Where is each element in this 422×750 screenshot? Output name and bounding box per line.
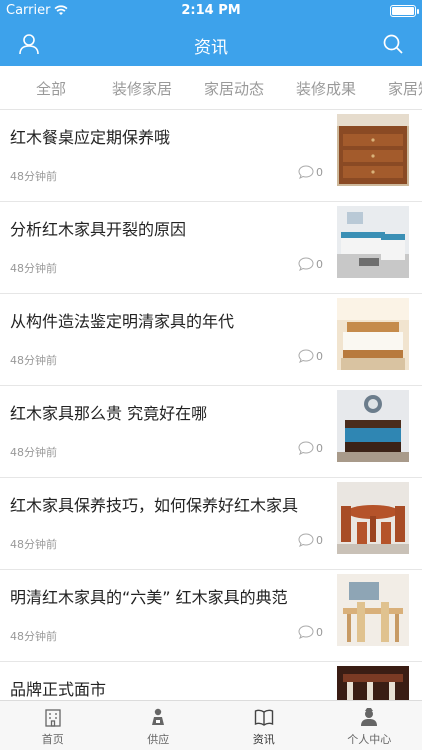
article-title: 从构件造法鉴定明清家具的年代 (10, 312, 235, 331)
list-item[interactable]: 红木餐桌应定期保养哦 48分钟前 0 (0, 110, 422, 202)
comment-icon (298, 533, 314, 547)
article-title: 红木家具那么贵 究竟好在哪 (10, 404, 208, 423)
list-item[interactable]: 从构件造法鉴定明清家具的年代 48分钟前 0 (0, 294, 422, 386)
comment-icon (298, 257, 314, 271)
bottom-tab-bar: 首页 供应 资讯 个人中心 (0, 700, 422, 750)
tab-supply[interactable]: 供应 (106, 701, 212, 750)
comment-count-value: 0 (316, 257, 323, 271)
book-icon (254, 709, 273, 726)
status-bar: Carrier 2:14 PM (0, 0, 422, 22)
article-time: 48分钟前 (10, 262, 57, 275)
tab-news[interactable]: 资讯 (211, 701, 317, 750)
comment-count: 0 (298, 441, 323, 455)
tab-decoration-results[interactable]: 装修成果 (296, 78, 356, 99)
tab-profile[interactable]: 个人中心 (317, 701, 422, 750)
comment-count-value: 0 (316, 533, 323, 547)
list-item[interactable]: 分析红木家具开裂的原因 48分钟前 0 (0, 202, 422, 294)
comment-icon (298, 441, 314, 455)
article-thumbnail (337, 666, 409, 700)
search-button[interactable] (378, 30, 408, 58)
comment-count: 0 (298, 257, 323, 271)
article-time: 48分钟前 (10, 538, 57, 551)
article-list: 红木餐桌应定期保养哦 48分钟前 0 分析红木家具开裂的原因 48分钟前 0 从… (0, 110, 422, 700)
tab-profile-label: 个人中心 (347, 733, 392, 746)
comment-icon (298, 349, 314, 363)
article-title: 红木餐桌应定期保养哦 (10, 128, 171, 147)
list-item[interactable]: 品牌正式面市 (0, 662, 422, 700)
article-thumbnail (337, 206, 409, 278)
list-item[interactable]: 红木家具那么贵 究竟好在哪 48分钟前 0 (0, 386, 422, 478)
supply-icon (152, 708, 165, 725)
list-item[interactable]: 红木家具保养技巧，如何保养好红木家具 48分钟前 0 (0, 478, 422, 570)
page-title: 资讯 (194, 38, 228, 58)
comment-count: 0 (298, 165, 323, 179)
article-time: 48分钟前 (10, 446, 57, 459)
article-title: 分析红木家具开裂的原因 (10, 220, 187, 239)
tab-home-knowledge[interactable]: 家居知 (388, 78, 422, 99)
article-thumbnail (337, 482, 409, 554)
status-time: 2:14 PM (181, 3, 241, 18)
tab-home-news[interactable]: 家居动态 (204, 78, 264, 99)
tab-home-label: 首页 (41, 733, 64, 746)
article-title: 红木家具保养技巧，如何保养好红木家具 (10, 496, 299, 515)
category-tabs: 全部 装修家居 家居动态 装修成果 家居知 (0, 66, 422, 110)
comment-count: 0 (298, 533, 323, 547)
comment-count-value: 0 (316, 349, 323, 363)
comment-icon (298, 625, 314, 639)
tab-supply-label: 供应 (147, 733, 170, 746)
article-time: 48分钟前 (10, 170, 57, 183)
article-thumbnail (337, 574, 409, 646)
comment-count: 0 (298, 349, 323, 363)
nav-bar: 资讯 (0, 22, 422, 66)
comment-count-value: 0 (316, 625, 323, 639)
article-thumbnail (337, 390, 409, 462)
comment-count-value: 0 (316, 441, 323, 455)
comment-count-value: 0 (316, 165, 323, 179)
tab-decoration-home[interactable]: 装修家居 (112, 78, 172, 99)
profile-icon (361, 708, 378, 726)
article-time: 48分钟前 (10, 630, 57, 643)
tab-news-label: 资讯 (252, 733, 275, 746)
article-title: 明清红木家具的“六美” 红木家具的典范 (10, 588, 288, 607)
search-icon (383, 34, 403, 54)
comment-count: 0 (298, 625, 323, 639)
article-title: 品牌正式面市 (10, 680, 107, 699)
comment-icon (298, 165, 314, 179)
building-icon (45, 709, 61, 727)
article-thumbnail (337, 114, 409, 186)
battery-icon (390, 5, 419, 17)
article-time: 48分钟前 (10, 354, 57, 367)
tab-all[interactable]: 全部 (36, 78, 66, 99)
list-item[interactable]: 明清红木家具的“六美” 红木家具的典范 48分钟前 0 (0, 570, 422, 662)
tab-home[interactable]: 首页 (0, 701, 106, 750)
article-thumbnail (337, 298, 409, 370)
